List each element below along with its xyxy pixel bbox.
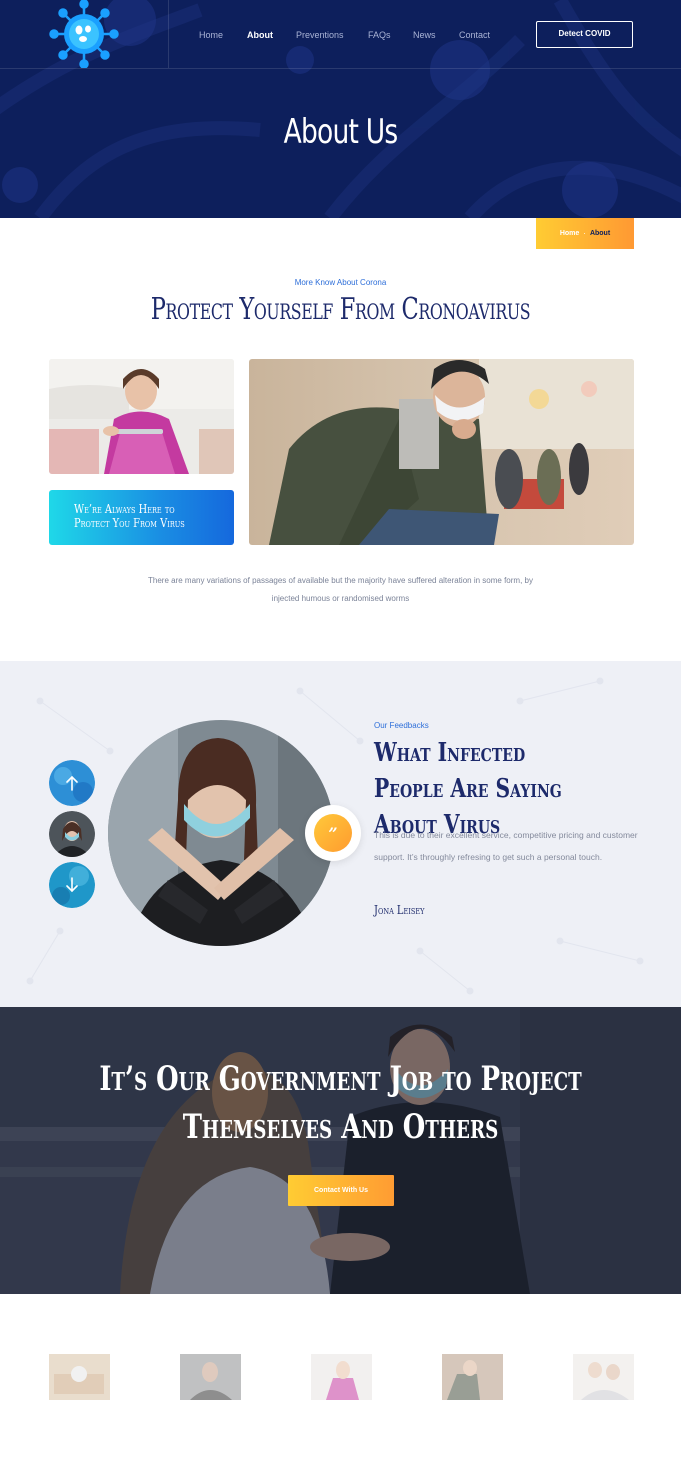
carousel-next-button[interactable]: [49, 862, 95, 908]
testimonial-text: This is due to their excellent service, …: [374, 830, 638, 862]
carousel-prev-button[interactable]: [49, 760, 95, 806]
breadcrumb-current: About: [589, 230, 611, 237]
about-title: Protect Yourself From Cronoavirus: [150, 292, 531, 327]
breadcrumb-home-link[interactable]: Home: [560, 230, 579, 237]
header-divider: [0, 68, 681, 69]
contact-with-us-button[interactable]: Contact With Us: [288, 1175, 394, 1206]
gallery-thumbnail[interactable]: [573, 1354, 634, 1400]
virus-logo-icon[interactable]: [48, 0, 120, 68]
quote-icon: ”: [314, 814, 352, 852]
nav-faqs[interactable]: FAQs: [368, 26, 391, 44]
logo-divider: [168, 0, 169, 68]
cta-title: It’s Our Government Job to Project Thems…: [99, 1059, 582, 1147]
woman-thermometer-photo: [49, 359, 234, 474]
gallery-thumbnail[interactable]: [311, 1354, 372, 1400]
page-title: About Us: [283, 112, 399, 152]
testimonial-thumbnail[interactable]: [49, 811, 95, 857]
about-kicker: More Know About Corona: [294, 278, 387, 287]
detect-covid-button[interactable]: Detect COVID: [536, 21, 633, 48]
about-description: There are many variations of passages of…: [148, 576, 533, 603]
promo-banner: We’re Always Here to Protect You From Vi…: [49, 490, 234, 545]
breadcrumb: Home · About: [536, 218, 634, 249]
testimonial-author: Jona Leisey: [374, 903, 425, 917]
quote-badge: ”: [305, 805, 361, 861]
gallery-thumbnail[interactable]: [180, 1354, 241, 1400]
nav-home[interactable]: Home: [199, 26, 223, 44]
testimonial-photo: [108, 720, 334, 946]
man-coughing-photo: [249, 359, 634, 545]
nav-news[interactable]: News: [413, 26, 436, 44]
nav-contact[interactable]: Contact: [459, 26, 490, 44]
promo-text: We’re Always Here to Protect You From Vi…: [74, 502, 185, 530]
feedback-kicker: Our Feedbacks: [374, 721, 429, 730]
gallery-thumbnail[interactable]: [49, 1354, 110, 1400]
nav-about[interactable]: About: [247, 26, 273, 44]
breadcrumb-separator: ·: [583, 229, 586, 238]
gallery-thumbnail[interactable]: [442, 1354, 503, 1400]
nav-preventions[interactable]: Preventions: [296, 26, 344, 44]
